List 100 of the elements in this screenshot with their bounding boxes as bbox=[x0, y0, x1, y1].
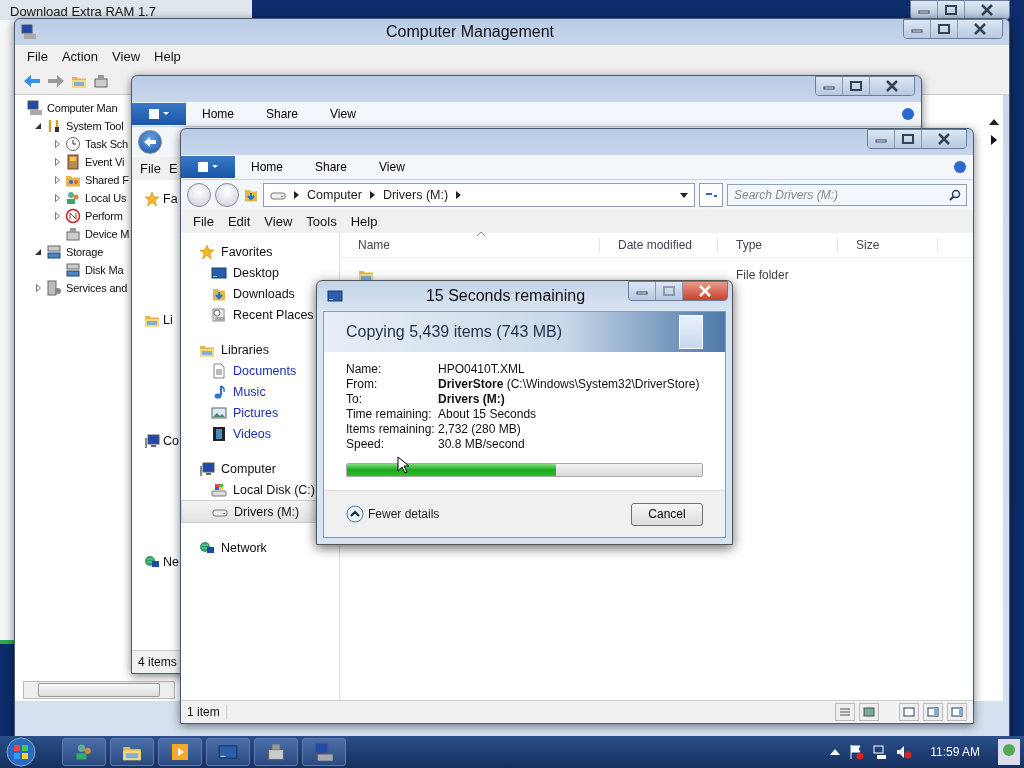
taskbar-app-button[interactable] bbox=[62, 738, 106, 766]
menu-item[interactable]: Help bbox=[148, 48, 187, 65]
menu-item[interactable]: Tools bbox=[300, 213, 343, 230]
file-menu-button[interactable] bbox=[132, 103, 186, 125]
search-field[interactable]: Search Drivers (M:) bbox=[727, 184, 967, 206]
tree-item[interactable]: Computer Man bbox=[47, 102, 118, 114]
maximize-button[interactable] bbox=[931, 20, 958, 38]
search-icon[interactable] bbox=[949, 189, 961, 201]
nav-item[interactable]: Libraries bbox=[221, 342, 269, 357]
back-arrow-icon[interactable] bbox=[23, 74, 41, 88]
nav-item[interactable]: Network bbox=[221, 540, 267, 555]
column-header[interactable]: Name bbox=[340, 238, 600, 252]
clock[interactable]: 11:59 AM bbox=[920, 745, 990, 759]
nav-item[interactable]: Fa bbox=[163, 191, 178, 206]
help-icon[interactable] bbox=[953, 160, 967, 174]
browser-tab[interactable]: Download Extra RAM 1.7 bbox=[0, 0, 252, 20]
expand-arrow-icon[interactable] bbox=[991, 135, 997, 145]
nav-item[interactable]: Li bbox=[163, 312, 173, 327]
nav-item[interactable]: Documents bbox=[233, 363, 297, 378]
menu-item[interactable]: Help bbox=[344, 213, 384, 230]
expanded-arrow-icon[interactable] bbox=[35, 123, 41, 129]
chevron-right-icon[interactable] bbox=[456, 191, 462, 199]
breadcrumb[interactable]: Drivers (M:) bbox=[382, 188, 449, 202]
menu-item[interactable]: File bbox=[187, 213, 220, 230]
nav-item[interactable]: Videos bbox=[233, 426, 271, 441]
menu-item[interactable]: View bbox=[106, 48, 147, 65]
close-button[interactable] bbox=[922, 130, 966, 148]
help-icon[interactable] bbox=[901, 107, 915, 121]
taskbar-app-button[interactable] bbox=[158, 738, 202, 766]
menu-item[interactable]: Action bbox=[55, 48, 105, 65]
nav-item[interactable]: Favorites bbox=[221, 244, 273, 259]
address-bar[interactable]: Computer Drivers (M:) bbox=[263, 183, 695, 207]
ribbon-tab[interactable]: Share bbox=[250, 107, 315, 121]
tree-item[interactable]: Shared F bbox=[85, 174, 129, 186]
taskbar-app-button[interactable] bbox=[110, 738, 154, 766]
chevron-right-icon[interactable] bbox=[294, 191, 299, 199]
close-button[interactable] bbox=[683, 282, 727, 300]
dropdown-arrow-icon[interactable] bbox=[680, 192, 688, 198]
column-header[interactable]: Size bbox=[838, 238, 938, 252]
collapsed-arrow-icon[interactable] bbox=[54, 158, 60, 166]
ribbon-tab[interactable]: Home bbox=[235, 160, 299, 174]
volume-muted-icon[interactable] bbox=[896, 744, 913, 760]
scroll-up-icon[interactable] bbox=[989, 119, 999, 125]
ribbon-tab[interactable]: View bbox=[314, 107, 372, 121]
menu-item[interactable]: Edit bbox=[221, 213, 257, 230]
close-button[interactable] bbox=[958, 20, 1002, 38]
nav-item[interactable]: Recent Places bbox=[233, 307, 314, 322]
maximize-button[interactable] bbox=[938, 1, 965, 19]
close-button[interactable] bbox=[965, 1, 1009, 19]
show-hidden-icons-icon[interactable] bbox=[830, 748, 841, 756]
minimize-button[interactable] bbox=[629, 282, 656, 300]
layout-button[interactable] bbox=[899, 703, 919, 721]
folder-up-icon[interactable] bbox=[243, 187, 259, 203]
flag-icon[interactable] bbox=[848, 744, 865, 760]
ribbon-tab[interactable]: View bbox=[363, 160, 421, 174]
forward-arrow-icon[interactable] bbox=[47, 74, 65, 88]
horizontal-scrollbar[interactable] bbox=[23, 681, 175, 699]
nav-item[interactable]: Local Disk (C:) bbox=[233, 482, 315, 497]
menu-item[interactable]: File bbox=[21, 48, 54, 65]
maximize-button[interactable] bbox=[895, 130, 922, 148]
column-header[interactable]: Date modified bbox=[600, 238, 718, 252]
nav-item[interactable]: Music bbox=[233, 384, 266, 399]
expanded-arrow-icon[interactable] bbox=[35, 249, 41, 255]
cancel-button[interactable]: Cancel bbox=[631, 502, 703, 526]
back-button[interactable] bbox=[187, 183, 211, 207]
taskbar-app-button[interactable] bbox=[254, 738, 298, 766]
nav-item[interactable]: Desktop bbox=[233, 265, 279, 280]
back-button[interactable] bbox=[138, 130, 162, 154]
console-tree-icon[interactable] bbox=[93, 73, 109, 89]
refresh-button[interactable] bbox=[699, 183, 723, 207]
collapsed-arrow-icon[interactable] bbox=[54, 212, 60, 220]
tree-item[interactable]: System Tool bbox=[66, 120, 124, 132]
tree-item[interactable]: Task Sch bbox=[85, 138, 129, 150]
breadcrumb[interactable]: Computer bbox=[307, 188, 362, 202]
tree-item[interactable]: Storage bbox=[66, 246, 104, 258]
menu-item[interactable]: View bbox=[258, 213, 299, 230]
column-header[interactable]: Type bbox=[718, 238, 838, 252]
ribbon-tab[interactable]: Home bbox=[186, 107, 250, 121]
menu-item[interactable]: E bbox=[164, 160, 182, 177]
tree-item[interactable]: Disk Ma bbox=[85, 264, 124, 276]
network-icon[interactable] bbox=[872, 744, 889, 760]
tree-item[interactable]: Services and bbox=[66, 282, 128, 294]
collapsed-arrow-icon[interactable] bbox=[54, 194, 60, 202]
thumbnail-view-button[interactable] bbox=[859, 703, 879, 721]
tree-item[interactable]: Perform bbox=[85, 210, 123, 222]
chevron-right-icon[interactable] bbox=[369, 191, 375, 199]
taskbar-app-button[interactable] bbox=[302, 738, 346, 766]
close-button[interactable] bbox=[870, 77, 914, 95]
menu-item[interactable]: File bbox=[136, 160, 165, 177]
nav-item[interactable]: Computer bbox=[221, 461, 276, 476]
fewer-details-toggle[interactable]: Fewer details bbox=[346, 505, 440, 523]
collapsed-arrow-icon[interactable] bbox=[54, 140, 60, 148]
tree-item[interactable]: Device M bbox=[85, 228, 130, 240]
collapsed-arrow-icon[interactable] bbox=[35, 284, 41, 292]
tree-item[interactable]: Local Us bbox=[85, 192, 127, 204]
collapsed-arrow-icon[interactable] bbox=[54, 176, 60, 184]
ribbon-tab[interactable]: Share bbox=[299, 160, 364, 174]
maximize-button[interactable] bbox=[843, 77, 870, 95]
tree-item[interactable]: Event Vi bbox=[85, 156, 125, 168]
nav-item[interactable]: Downloads bbox=[233, 286, 295, 301]
